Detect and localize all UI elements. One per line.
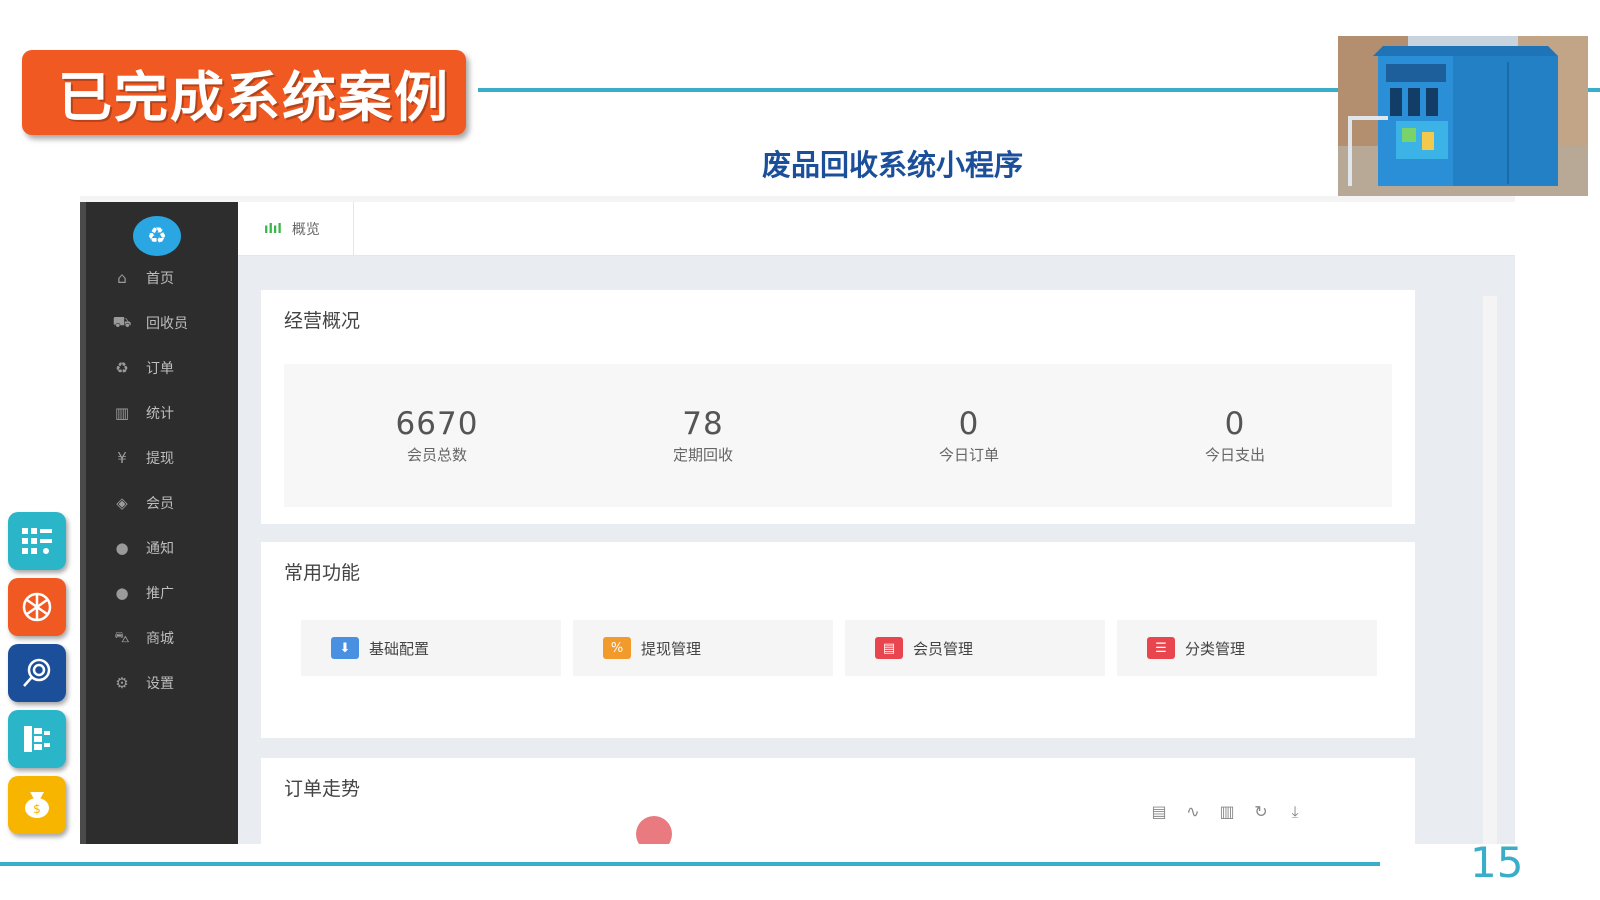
calendar-icon: ▤	[875, 637, 903, 659]
functions-card: 常用功能 ⬇ 基础配置 % 提现管理 ▤ 会员管理 ☰ 分类管理	[261, 542, 1415, 738]
stat-value: 0	[1224, 406, 1246, 442]
stat-label: 今日订单	[938, 446, 999, 464]
home-icon: ⌂	[117, 269, 127, 287]
cash-icon: %	[603, 637, 631, 659]
sidebar-item-withdraw[interactable]: ¥ 提现	[110, 446, 174, 470]
gear-icon: ⚙	[115, 674, 129, 692]
sidebar-item-statistics[interactable]: ▥ 统计	[110, 401, 174, 425]
stat-value: 6670	[395, 406, 479, 442]
stat-value: 78	[682, 406, 724, 442]
sidebar-item-orders[interactable]: ♻ 订单	[110, 356, 174, 380]
functions-title: 常用功能	[284, 562, 361, 584]
admin-screenshot: ♻ ⌂ 首页 ⛟ 回收员 ♻ 订单 ▥ 统计 ¥ 提现 ◈ 会员 ● 通知 ● …	[80, 196, 1515, 844]
refresh-icon[interactable]: ↻	[1249, 802, 1273, 822]
grid-list-icon[interactable]	[8, 512, 66, 570]
bar-chart-icon[interactable]: ▥	[1215, 802, 1239, 822]
slide-title: 已完成系统案例	[58, 66, 450, 129]
money-bag-icon[interactable]: $	[8, 776, 66, 834]
data-view-icon[interactable]: ▤	[1147, 802, 1171, 822]
sidebar-item-promotion[interactable]: ● 推广	[110, 581, 174, 605]
hierarchy-icon[interactable]	[8, 710, 66, 768]
stat-label: 会员总数	[406, 446, 467, 464]
stat-label: 定期回收	[672, 446, 733, 464]
comments-icon: ●	[115, 584, 129, 602]
sidebar-item-label: 首页	[146, 271, 174, 287]
stats-box: 6670 会员总数 78 定期回收 0 今日订单 0 今日支出	[284, 364, 1392, 507]
chart-toolbox: ▤ ∿ ▥ ↻ ⤓	[1147, 802, 1307, 822]
line-chart-icon[interactable]: ∿	[1181, 802, 1205, 822]
func-category-management[interactable]: ☰ 分类管理	[1117, 620, 1377, 676]
tab-label: 概览	[291, 222, 320, 238]
sidebar-item-label: 推广	[146, 586, 174, 602]
main-content: ılıl 概览 经营概况 6670 会员总数 78 定期回收 0 今日订单 0 …	[238, 202, 1515, 844]
header-divider	[478, 88, 1338, 92]
touch-icon[interactable]	[8, 644, 66, 702]
slide-title-badge: 已完成系统案例	[22, 50, 466, 135]
sidebar-item-label: 通知	[146, 541, 174, 557]
footer-divider	[0, 862, 1380, 866]
scrollbar[interactable]	[1483, 296, 1497, 844]
save-image-icon[interactable]: ⤓	[1283, 802, 1307, 822]
func-label: 会员管理	[913, 639, 974, 658]
bar-chart-icon: ▥	[114, 404, 130, 422]
header-divider-right	[1588, 88, 1600, 92]
sidebar-item-label: 商城	[146, 631, 174, 647]
stat-members-total: 6670 会员总数	[337, 406, 537, 465]
stat-scheduled-recycling: 78 定期回收	[603, 406, 803, 465]
sidebar-item-notifications[interactable]: ● 通知	[110, 536, 174, 560]
overview-card: 经营概况 6670 会员总数 78 定期回收 0 今日订单 0 今日支出	[261, 290, 1415, 524]
bar-chart-icon: ılıl	[264, 221, 282, 237]
stat-today-orders: 0 今日订单	[869, 406, 1069, 465]
stat-today-expense: 0 今日支出	[1135, 406, 1335, 465]
page-number: 15	[1470, 838, 1524, 887]
recycling-kiosk-image	[1338, 36, 1588, 196]
slide-subtitle: 废品回收系统小程序	[762, 148, 1024, 182]
globe-icon[interactable]	[8, 578, 66, 636]
sidebar-item-label: 统计	[146, 406, 174, 422]
tab-overview[interactable]: ılıl 概览	[238, 202, 354, 256]
sidebar-item-label: 回收员	[146, 316, 188, 332]
func-label: 分类管理	[1185, 639, 1246, 658]
yen-icon: ¥	[117, 449, 127, 467]
order-trend-title: 订单走势	[284, 778, 361, 800]
func-member-management[interactable]: ▤ 会员管理	[845, 620, 1105, 676]
tab-bar: ılıl 概览	[238, 202, 1515, 256]
cart-icon: ⛍	[114, 628, 130, 646]
sidebar: ♻ ⌂ 首页 ⛟ 回收员 ♻ 订单 ▥ 统计 ¥ 提现 ◈ 会员 ● 通知 ● …	[80, 202, 238, 844]
chart-marker	[636, 816, 672, 844]
overview-title: 经营概况	[284, 310, 361, 332]
sidebar-item-home[interactable]: ⌂ 首页	[110, 266, 174, 290]
comment-icon: ●	[115, 539, 129, 557]
func-label: 提现管理	[641, 639, 702, 658]
func-label: 基础配置	[369, 639, 430, 658]
sidebar-item-settings[interactable]: ⚙ 设置	[110, 671, 174, 695]
download-icon: ⬇	[331, 637, 359, 659]
func-basic-config[interactable]: ⬇ 基础配置	[301, 620, 561, 676]
sidebar-item-label: 订单	[146, 361, 174, 377]
list-icon: ☰	[1147, 637, 1175, 659]
order-trend-card: 订单走势 ▤ ∿ ▥ ↻ ⤓	[261, 758, 1415, 844]
func-withdraw-management[interactable]: % 提现管理	[573, 620, 833, 676]
svg-text:$: $	[33, 802, 41, 816]
truck-icon: ⛟	[112, 313, 132, 331]
sidebar-item-label: 设置	[146, 676, 174, 692]
sidebar-item-mall[interactable]: ⛍ 商城	[110, 626, 174, 650]
sidebar-item-members[interactable]: ◈ 会员	[110, 491, 174, 515]
recycle-icon: ♻	[115, 359, 129, 377]
sidebar-item-recyclers[interactable]: ⛟ 回收员	[110, 311, 188, 335]
tag-icon: ◈	[116, 494, 128, 512]
stat-label: 今日支出	[1204, 446, 1265, 464]
stat-value: 0	[958, 406, 980, 442]
sidebar-item-label: 提现	[146, 451, 174, 467]
sidebar-item-label: 会员	[146, 496, 174, 512]
recycle-icon[interactable]: ♻	[133, 216, 181, 256]
